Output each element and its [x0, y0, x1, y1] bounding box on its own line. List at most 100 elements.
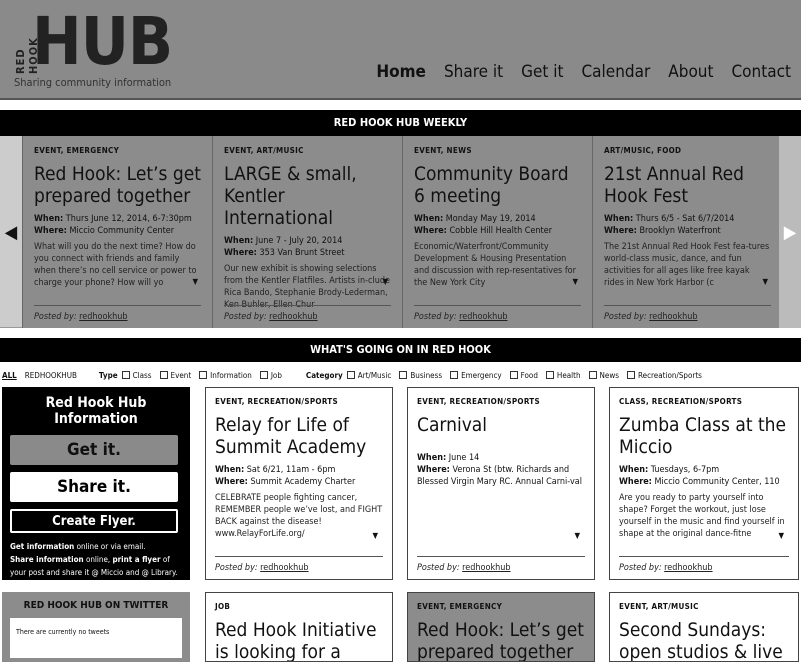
card-title[interactable]: LARGE & small, Kentler International: [224, 163, 392, 229]
card-title[interactable]: Community Board 6 meeting: [414, 163, 582, 207]
author-link[interactable]: redhookhub: [260, 563, 308, 573]
nav-about[interactable]: About: [668, 62, 713, 82]
chevron-down-icon[interactable]: ▼: [572, 277, 578, 286]
weekly-carousel: ◀ EVENT, EMERGENCY Red Hook: Let’s get p…: [0, 136, 801, 328]
logo-tagline: Sharing community information: [14, 76, 172, 89]
info-panel-title: Red Hook Hub Information: [45, 395, 147, 427]
card-divider: [619, 556, 789, 557]
category-checkbox-recreation-sports[interactable]: Recreation/Sports: [627, 371, 702, 380]
author-link[interactable]: redhookhub: [269, 312, 317, 322]
category-checkbox-art-music[interactable]: Art/Music: [346, 371, 391, 380]
card-where: Where: Brooklyn Waterfront: [604, 226, 721, 236]
card-description: The 21st Annual Red Hook Fest fea-tures …: [604, 242, 770, 288]
chevron-down-icon[interactable]: ▼: [778, 531, 784, 540]
author-link[interactable]: redhookhub: [462, 563, 510, 573]
card-title[interactable]: Relay for Life of Summit Academy: [215, 414, 383, 458]
nav-calendar[interactable]: Calendar: [582, 62, 651, 82]
card-divider: [604, 305, 771, 306]
weekly-card[interactable]: EVENT, EMERGENCY Red Hook: Let’s get pre…: [22, 136, 212, 328]
card-divider: [215, 556, 383, 557]
card-title[interactable]: Red Hook: Let’s get prepared together: [34, 163, 202, 207]
card-title[interactable]: Carnival: [417, 414, 585, 436]
category-label: Category: [305, 370, 343, 380]
weekly-card[interactable]: EVENT, ART/MUSIC LARGE & small, Kentler …: [212, 136, 402, 328]
card-where: Where: Verona St (btw. Richards and Bles…: [417, 465, 582, 487]
card-divider: [224, 305, 391, 306]
weekly-card[interactable]: EVENT, NEWS Community Board 6 meeting Wh…: [402, 136, 592, 328]
card-title[interactable]: Red Hook: Let’s get prepared together: [417, 619, 585, 661]
card-divider: [414, 305, 581, 306]
site-header: RED HOOK HUB Sharing community informati…: [0, 0, 801, 100]
card-when: When: Monday May 19, 2014: [414, 214, 536, 224]
event-card[interactable]: JOB Red Hook Initiative is looking for a…: [205, 592, 393, 662]
card-description: Our new exhibit is showing selections fr…: [224, 264, 390, 310]
card-category: JOB: [215, 602, 231, 611]
event-card[interactable]: EVENT, RECREATION/SPORTS Carnival When: …: [407, 387, 595, 580]
chevron-down-icon[interactable]: ▼: [574, 531, 580, 540]
type-checkbox-class[interactable]: Class: [121, 371, 152, 380]
card-posted-by: Posted by: redhookhub: [34, 312, 128, 322]
card-description: Are you ready to party yourself into sha…: [619, 493, 785, 539]
chevron-down-icon[interactable]: ▼: [372, 531, 378, 540]
event-card[interactable]: EVENT, EMERGENCY Red Hook: Let’s get pre…: [407, 592, 595, 662]
type-label: Type: [98, 370, 118, 380]
category-checkbox-emergency[interactable]: Emergency: [450, 371, 502, 380]
filter-all[interactable]: ALL: [2, 371, 17, 380]
author-link[interactable]: redhookhub: [459, 312, 507, 322]
category-checkbox-food[interactable]: Food: [509, 371, 538, 380]
card-divider: [417, 556, 585, 557]
card-posted-by: Posted by: redhookhub: [619, 563, 713, 573]
event-card[interactable]: EVENT, RECREATION/SPORTS Relay for Life …: [205, 387, 393, 580]
category-checkbox-business[interactable]: Business: [399, 371, 442, 380]
chevron-down-icon[interactable]: ▼: [192, 277, 198, 286]
right-arrow-icon[interactable]: ▶: [779, 136, 801, 328]
card-title[interactable]: Zumba Class at the Miccio: [619, 414, 789, 458]
card-when: When: June 14: [417, 453, 480, 463]
get-it-button[interactable]: Get it.: [10, 435, 178, 465]
author-link[interactable]: redhookhub: [649, 312, 697, 322]
type-checkbox-event[interactable]: Event: [159, 371, 191, 380]
card-posted-by: Posted by: redhookhub: [417, 563, 511, 573]
category-checkbox-news[interactable]: News: [588, 371, 619, 380]
main-nav: Home Share it Get it Calendar About Cont…: [376, 62, 791, 82]
nav-share-it[interactable]: Share it: [444, 62, 503, 82]
category-checkbox-health[interactable]: Health: [545, 371, 581, 380]
author-link[interactable]: redhookhub: [664, 563, 712, 573]
share-it-button[interactable]: Share it.: [10, 472, 178, 502]
logo[interactable]: HUB: [32, 2, 173, 82]
chevron-down-icon[interactable]: ▼: [762, 277, 768, 286]
card-category: EVENT, EMERGENCY: [417, 602, 503, 611]
weekly-heading: RED HOOK HUB WEEKLY: [0, 110, 801, 136]
chevron-down-icon[interactable]: ▼: [382, 277, 388, 286]
card-description: What will you do the next time? How do y…: [34, 242, 197, 288]
card-when: When: Tuesdays, 6-7pm: [619, 465, 720, 475]
author-link[interactable]: redhookhub: [79, 312, 127, 322]
type-checkbox-information[interactable]: Information: [199, 371, 252, 380]
card-where: Where: 353 Van Brunt Street: [224, 248, 345, 258]
card-title[interactable]: Red Hook Initiative is looking for a COO: [215, 619, 383, 661]
card-title[interactable]: 21st Annual Red Hook Fest: [604, 163, 772, 207]
twitter-title: RED HOOK HUB ON TWITTER: [23, 600, 169, 611]
card-category: EVENT, RECREATION/SPORTS: [215, 397, 338, 406]
nav-contact[interactable]: Contact: [732, 62, 792, 82]
weekly-card[interactable]: ART/MUSIC, FOOD 21st Annual Red Hook Fes…: [592, 136, 782, 328]
card-where: Where: Summit Academy Charter: [215, 477, 356, 487]
left-arrow-icon[interactable]: ◀: [0, 136, 22, 328]
filter-bar: ALL REDHOOKHUB Type Class Event Informat…: [0, 368, 801, 382]
event-card[interactable]: CLASS, RECREATION/SPORTS Zumba Class at …: [609, 387, 799, 580]
card-category: ART/MUSIC, FOOD: [604, 146, 682, 155]
card-category: EVENT, ART/MUSIC: [619, 602, 699, 611]
card-category: CLASS, RECREATION/SPORTS: [619, 397, 743, 406]
card-when: When: Thurs June 12, 2014, 6-7:30pm: [34, 214, 192, 224]
whats-going-on-heading: WHAT'S GOING ON IN RED HOOK: [0, 338, 801, 362]
card-title[interactable]: Second Sundays: open studios & live: [619, 619, 789, 661]
nav-get-it[interactable]: Get it: [521, 62, 563, 82]
twitter-panel: RED HOOK HUB ON TWITTER There are curren…: [2, 592, 190, 662]
info-panel-footer: Get information online or via email. Sha…: [10, 542, 178, 577]
event-card[interactable]: EVENT, ART/MUSIC Second Sundays: open st…: [609, 592, 799, 662]
create-flyer-button[interactable]: Create Flyer.: [10, 509, 178, 533]
type-checkbox-job[interactable]: Job: [259, 371, 282, 380]
nav-home[interactable]: Home: [376, 62, 426, 82]
filter-redhookhub[interactable]: REDHOOKHUB: [25, 371, 77, 380]
card-where: Where: Miccio Community Center, 110: [619, 477, 780, 487]
